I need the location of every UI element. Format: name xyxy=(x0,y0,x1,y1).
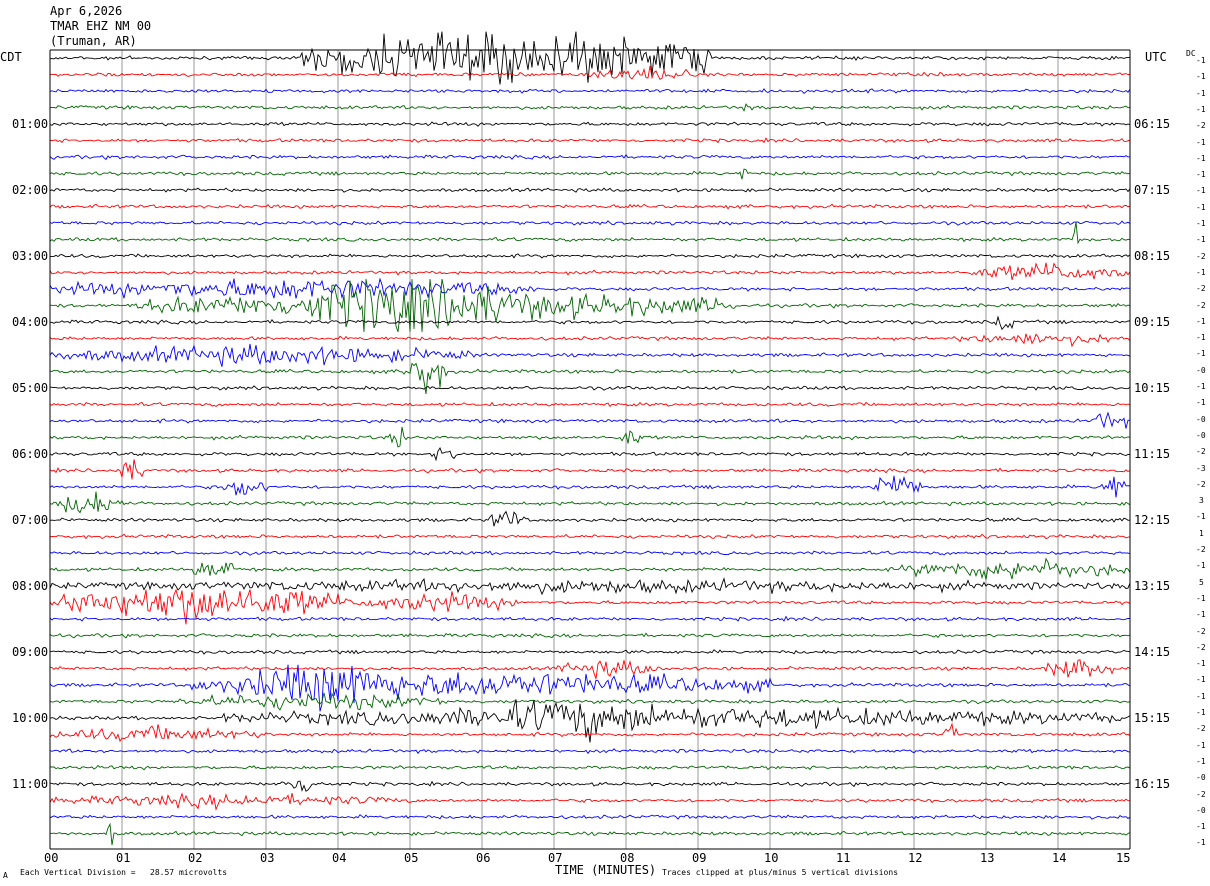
trace-row-17 xyxy=(49,333,1131,348)
trace-row-6 xyxy=(49,154,1131,161)
trace-row-16 xyxy=(50,315,1130,331)
trace-row-22 xyxy=(49,411,1131,429)
trace-row-44 xyxy=(49,780,1131,792)
x-tick-label-12: 12 xyxy=(908,851,922,865)
trace-row-8 xyxy=(49,187,1131,193)
plot-frame xyxy=(49,49,1131,850)
trace-row-30 xyxy=(49,550,1131,556)
trace-row-2 xyxy=(49,88,1131,95)
x-tick-label-03: 03 xyxy=(260,851,274,865)
seismic-traces xyxy=(49,31,1131,846)
trace-row-18 xyxy=(49,343,1131,367)
trace-row-10 xyxy=(49,220,1131,226)
trace-row-14 xyxy=(49,277,1131,300)
footer-clip: Traces clipped at plus/minus 5 vertical … xyxy=(662,868,899,877)
trace-row-37 xyxy=(49,659,1131,679)
trace-row-5 xyxy=(49,137,1131,144)
helicorder-plot: 00 01 02 03 04 05 06 07 08 09 10 11 12 13 14 15 xyxy=(44,31,1131,865)
trace-row-12 xyxy=(49,253,1131,259)
x-tick-label-01: 01 xyxy=(116,851,130,865)
trace-row-47 xyxy=(49,822,1131,846)
trace-row-45 xyxy=(49,792,1131,811)
trace-row-33 xyxy=(49,588,1131,625)
trace-row-26 xyxy=(49,475,1131,498)
trace-row-43 xyxy=(50,764,1131,771)
x-tick-label-10: 10 xyxy=(764,851,778,865)
trace-row-20 xyxy=(49,385,1131,391)
x-tick-label-09: 09 xyxy=(692,851,706,865)
minute-grid xyxy=(49,50,1131,849)
corner-mark: A xyxy=(3,871,8,880)
x-tick-label-02: 02 xyxy=(188,851,202,865)
x-tick-label-05: 05 xyxy=(404,851,418,865)
trace-row-32 xyxy=(49,576,1131,596)
trace-row-13 xyxy=(49,262,1131,280)
trace-row-31 xyxy=(49,557,1131,580)
trace-row-23 xyxy=(49,426,1131,448)
trace-row-24 xyxy=(49,447,1131,462)
trace-row-4 xyxy=(49,121,1131,127)
x-axis-label: TIME (MINUTES) xyxy=(555,863,657,877)
trace-row-39 xyxy=(49,692,1131,711)
trace-row-3 xyxy=(49,103,1131,112)
trace-row-11 xyxy=(49,222,1131,245)
x-tick-label-14: 14 xyxy=(1052,851,1066,865)
trace-row-34 xyxy=(49,615,1131,622)
trace-row-9 xyxy=(49,203,1131,210)
x-tick-label-15: 15 xyxy=(1116,851,1130,865)
x-tick-label-00: 00 xyxy=(44,851,58,865)
trace-row-25 xyxy=(49,459,1131,480)
x-tick-label-06: 06 xyxy=(476,851,490,865)
x-tick-label-04: 04 xyxy=(332,851,346,865)
trace-row-28 xyxy=(49,510,1131,527)
trace-row-29 xyxy=(49,533,1131,540)
trace-row-42 xyxy=(49,748,1131,755)
trace-row-1 xyxy=(49,65,1131,81)
x-tick-label-11: 11 xyxy=(836,851,850,865)
trace-row-38 xyxy=(49,664,1131,712)
footer-scale: Each Vertical Division = 28.57 microvolt… xyxy=(20,868,228,877)
trace-row-7 xyxy=(49,168,1131,180)
trace-row-46 xyxy=(49,814,1131,820)
trace-row-21 xyxy=(49,401,1131,408)
x-tick-label-13: 13 xyxy=(980,851,994,865)
trace-row-35 xyxy=(49,632,1131,639)
trace-row-36 xyxy=(49,649,1131,655)
trace-row-19 xyxy=(49,362,1131,394)
trace-row-27 xyxy=(49,491,1131,514)
